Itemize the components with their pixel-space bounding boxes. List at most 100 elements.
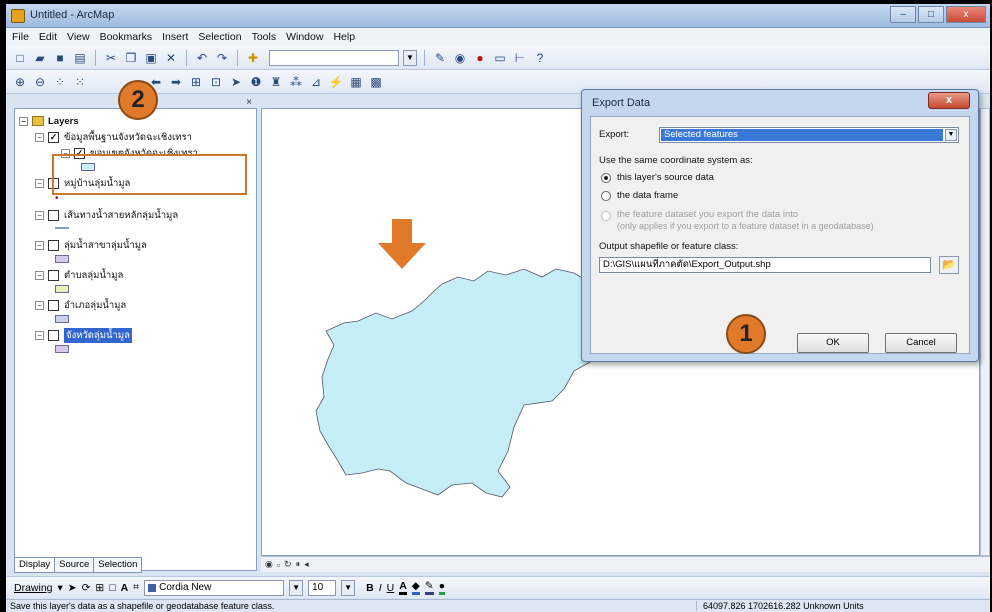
export-select[interactable]: Selected features ▼ — [659, 127, 959, 143]
output-path-field[interactable]: D:\GIS\แผนที่ภาคตัด\Export_Output.shp — [599, 257, 931, 273]
layout-view-icon[interactable]: ▫ — [277, 560, 280, 570]
layer-row[interactable]: − จังหวัดลุ่มน้ำมูล — [35, 327, 132, 343]
tab-selection[interactable]: Selection — [93, 557, 143, 573]
layer-row[interactable]: − ตำบลลุ่มน้ำมูล — [35, 267, 123, 283]
line-color-icon[interactable]: ✎ — [424, 580, 434, 595]
measure-icon[interactable]: ⊿ — [308, 74, 324, 90]
menu-view[interactable]: View — [67, 31, 90, 43]
fixed-zoom-in-icon[interactable]: ⁘ — [52, 74, 68, 90]
collapse-icon[interactable]: − — [35, 270, 44, 280]
layer-row[interactable]: − ✓ ข้อมูลพื้นฐานจังหวัดฉะเชิงเทรา — [35, 129, 192, 145]
arctoolbox-icon[interactable]: ● — [472, 50, 488, 66]
data-view-icon[interactable]: ◉ — [265, 559, 273, 570]
undo-icon[interactable]: ↶ — [194, 50, 210, 66]
delete-icon[interactable]: ✕ — [163, 50, 179, 66]
province-polygon[interactable] — [315, 268, 619, 498]
font-size-field[interactable]: 10 — [308, 579, 337, 596]
menu-help[interactable]: Help — [333, 31, 355, 43]
select-features-icon[interactable]: ⊞ — [188, 74, 204, 90]
menu-bookmarks[interactable]: Bookmarks — [100, 31, 153, 43]
bold-button[interactable]: B — [366, 582, 374, 594]
html-popup-icon[interactable]: ▦ — [348, 74, 364, 90]
chevron-down-icon[interactable]: ▼ — [341, 579, 356, 596]
chevron-down-icon[interactable]: ▼ — [403, 49, 417, 66]
open-icon[interactable]: ▰ — [32, 50, 48, 66]
polygon-symbol[interactable] — [55, 285, 69, 293]
edit-vertices-icon[interactable]: ⌗ — [133, 581, 139, 594]
chevron-down-icon[interactable]: ▼ — [945, 129, 957, 141]
cancel-button[interactable]: Cancel — [885, 333, 957, 353]
chevron-down-icon[interactable]: ▼ — [289, 579, 304, 596]
add-data-icon[interactable]: ✚ — [245, 50, 261, 66]
collapse-icon[interactable]: − — [35, 210, 44, 220]
polygon-symbol[interactable] — [55, 255, 69, 263]
tab-display[interactable]: Display — [14, 557, 56, 573]
table-of-contents-icon[interactable]: ◉ — [452, 50, 468, 66]
line-symbol[interactable] — [55, 227, 69, 229]
drawing-menu[interactable]: Drawing — [14, 582, 53, 594]
minimize-button[interactable]: – — [890, 6, 916, 23]
collapse-icon[interactable]: − — [35, 330, 44, 340]
collapse-icon[interactable]: − — [35, 300, 44, 310]
font-name-field[interactable]: Cordia New — [144, 579, 285, 596]
menu-selection[interactable]: Selection — [198, 31, 241, 43]
copy-icon[interactable]: ❐ — [123, 50, 139, 66]
menu-insert[interactable]: Insert — [162, 31, 188, 43]
ok-button[interactable]: OK — [797, 333, 869, 353]
close-button[interactable]: x — [946, 6, 986, 23]
layers-root[interactable]: − Layers — [19, 113, 79, 129]
underline-button[interactable]: U — [387, 582, 395, 594]
collapse-icon[interactable]: − — [35, 240, 44, 250]
tab-source[interactable]: Source — [54, 557, 95, 573]
maximize-button[interactable]: □ — [918, 6, 944, 23]
hyperlink-icon[interactable]: ⚡ — [328, 74, 344, 90]
menu-edit[interactable]: Edit — [39, 31, 57, 43]
menu-tools[interactable]: Tools — [252, 31, 277, 43]
dialog-close-button[interactable]: x — [928, 92, 970, 109]
browse-folder-icon[interactable]: 📂 — [939, 256, 959, 274]
new-document-icon[interactable]: □ — [12, 50, 28, 66]
menu-file[interactable]: File — [12, 31, 29, 43]
python-icon[interactable]: ⊢ — [512, 50, 528, 66]
radio-data-frame[interactable] — [601, 191, 611, 201]
radio-layer-source[interactable] — [601, 173, 611, 183]
layer-checkbox[interactable] — [48, 329, 59, 341]
layer-row[interactable]: − ลุ่มน้ำสาขาลุ่มน้ำมูล — [35, 237, 147, 253]
layer-row[interactable]: − เส้นทางน้ำสายหลักลุ่มน้ำมูล — [35, 207, 178, 223]
zoom-in-icon[interactable]: ⊕ — [12, 74, 28, 90]
chevron-down-icon[interactable]: ▾ — [58, 582, 63, 594]
layer-checkbox[interactable] — [48, 239, 59, 251]
editor-toolbar-icon[interactable]: ✎ — [432, 50, 448, 66]
layer-checkbox[interactable] — [48, 269, 59, 281]
polygon-symbol[interactable] — [55, 345, 69, 353]
catalog-icon[interactable]: ▭ — [492, 50, 508, 66]
cut-icon[interactable]: ✂ — [103, 50, 119, 66]
identify-icon[interactable]: ❶ — [248, 74, 264, 90]
collapse-icon[interactable]: − — [35, 132, 44, 142]
layer-checkbox[interactable] — [48, 209, 59, 221]
text-icon[interactable]: A — [121, 582, 129, 594]
radio-feature-dataset[interactable] — [601, 211, 611, 221]
map-vertical-scrollbar[interactable] — [980, 108, 990, 556]
whats-this-icon[interactable]: ? — [532, 50, 548, 66]
forward-arrow-icon[interactable]: ➡ — [168, 74, 184, 90]
polygon-symbol[interactable] — [55, 315, 69, 323]
select-elements-icon[interactable]: ➤ — [228, 74, 244, 90]
select-elements-icon[interactable]: ➤ — [68, 582, 77, 594]
clear-selection-icon[interactable]: ⊡ — [208, 74, 224, 90]
italic-button[interactable]: I — [379, 582, 382, 594]
close-icon[interactable]: × — [246, 97, 252, 108]
fixed-zoom-out-icon[interactable]: ⁙ — [72, 74, 88, 90]
viewer-window-icon[interactable]: ▩ — [368, 74, 384, 90]
find-icon[interactable]: ♜ — [268, 74, 284, 90]
fill-color-icon[interactable]: ◆ — [411, 580, 420, 595]
paste-icon[interactable]: ▣ — [143, 50, 159, 66]
redo-icon[interactable]: ↷ — [214, 50, 230, 66]
zoom-to-selected-icon[interactable]: ⊞ — [95, 582, 104, 594]
layer-checkbox[interactable] — [48, 299, 59, 311]
go-to-xy-icon[interactable]: ⁂ — [288, 74, 304, 90]
scroll-left-icon[interactable]: ◂ — [304, 559, 309, 570]
rotate-icon[interactable]: ⟳ — [82, 582, 91, 594]
collapse-icon[interactable]: − — [35, 178, 44, 188]
save-icon[interactable]: ■ — [52, 50, 68, 66]
